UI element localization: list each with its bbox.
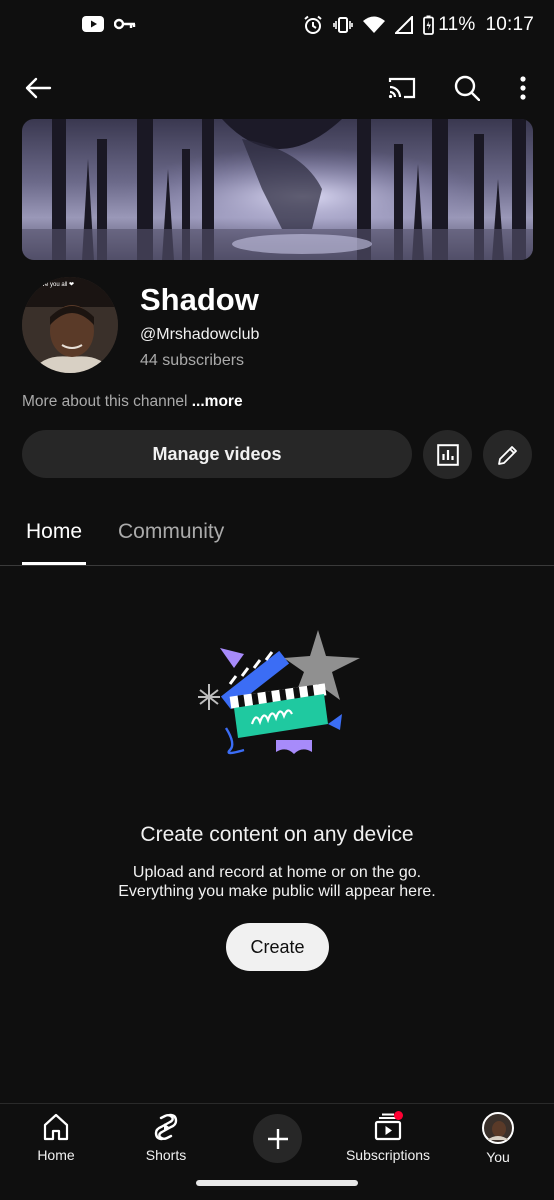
vpn-key-icon [114, 17, 136, 31]
shorts-icon [151, 1112, 181, 1142]
tab-community[interactable]: Community [118, 520, 224, 544]
gesture-home-indicator[interactable] [196, 1180, 358, 1186]
top-app-bar [0, 60, 554, 116]
nav-subscriptions[interactable]: Subscriptions [338, 1111, 438, 1163]
empty-state-description: Upload and record at home or on the go. … [0, 863, 554, 901]
empty-state-line-2: Everything you make public will appear h… [118, 883, 436, 900]
cast-icon [388, 76, 416, 100]
vibrate-icon [333, 15, 354, 35]
cast-button[interactable] [382, 68, 422, 108]
tab-selected-indicator [22, 562, 86, 565]
channel-avatar[interactable]: ve you all ❤ [22, 277, 118, 373]
bar-chart-icon [436, 443, 459, 466]
clock: 10:17 [485, 14, 534, 35]
status-bar: 11% 10:17 [0, 0, 554, 56]
battery-percent: 11% [438, 14, 476, 35]
subscriber-count: 44 subscribers [140, 352, 245, 369]
channel-name: Shadow [140, 282, 259, 317]
cellular-signal-icon [395, 16, 414, 34]
about-more: ...more [191, 393, 243, 410]
alarm-icon [303, 15, 323, 35]
nav-shorts-label: Shorts [145, 1147, 187, 1163]
wifi-icon [363, 16, 386, 34]
nav-shorts[interactable]: Shorts [116, 1112, 216, 1163]
nav-you[interactable]: You [448, 1112, 548, 1165]
subscriptions-icon [373, 1111, 403, 1142]
channel-handle: @Mrshadowclub [140, 326, 260, 343]
more-vert-icon [520, 76, 526, 100]
search-icon [454, 75, 480, 101]
channel-tabs: Home Community [0, 508, 554, 566]
empty-state-title: Create content on any device [140, 823, 414, 846]
empty-state-line-1: Upload and record at home or on the go. [132, 864, 422, 881]
tab-home[interactable]: Home [26, 520, 82, 544]
you-avatar-icon [482, 1112, 514, 1144]
arrow-left-icon [24, 76, 52, 100]
notification-dot [394, 1111, 403, 1120]
create-plus-button[interactable] [253, 1114, 302, 1163]
youtube-notification-icon [82, 16, 104, 32]
more-options-button[interactable] [503, 68, 543, 108]
nav-home-label: Home [37, 1147, 75, 1163]
analytics-button[interactable] [423, 430, 472, 479]
create-content-illustration [190, 628, 366, 762]
pencil-icon [496, 443, 520, 467]
channel-banner [22, 119, 533, 260]
channel-about-link[interactable]: More about this channel ...more [22, 393, 243, 411]
edit-channel-button[interactable] [483, 430, 532, 479]
create-button[interactable]: Create [226, 923, 329, 971]
home-icon [41, 1112, 71, 1142]
battery-icon [423, 15, 435, 35]
about-text: More about this channel [22, 393, 188, 410]
manage-videos-button[interactable]: Manage videos [22, 430, 412, 478]
nav-subscriptions-label: Subscriptions [345, 1147, 431, 1163]
plus-icon [266, 1127, 290, 1151]
back-button[interactable] [18, 68, 58, 108]
nav-home[interactable]: Home [6, 1112, 106, 1163]
nav-you-label: You [486, 1149, 510, 1165]
avatar-caption: ve you all ❤ [42, 282, 75, 288]
search-button[interactable] [447, 68, 487, 108]
